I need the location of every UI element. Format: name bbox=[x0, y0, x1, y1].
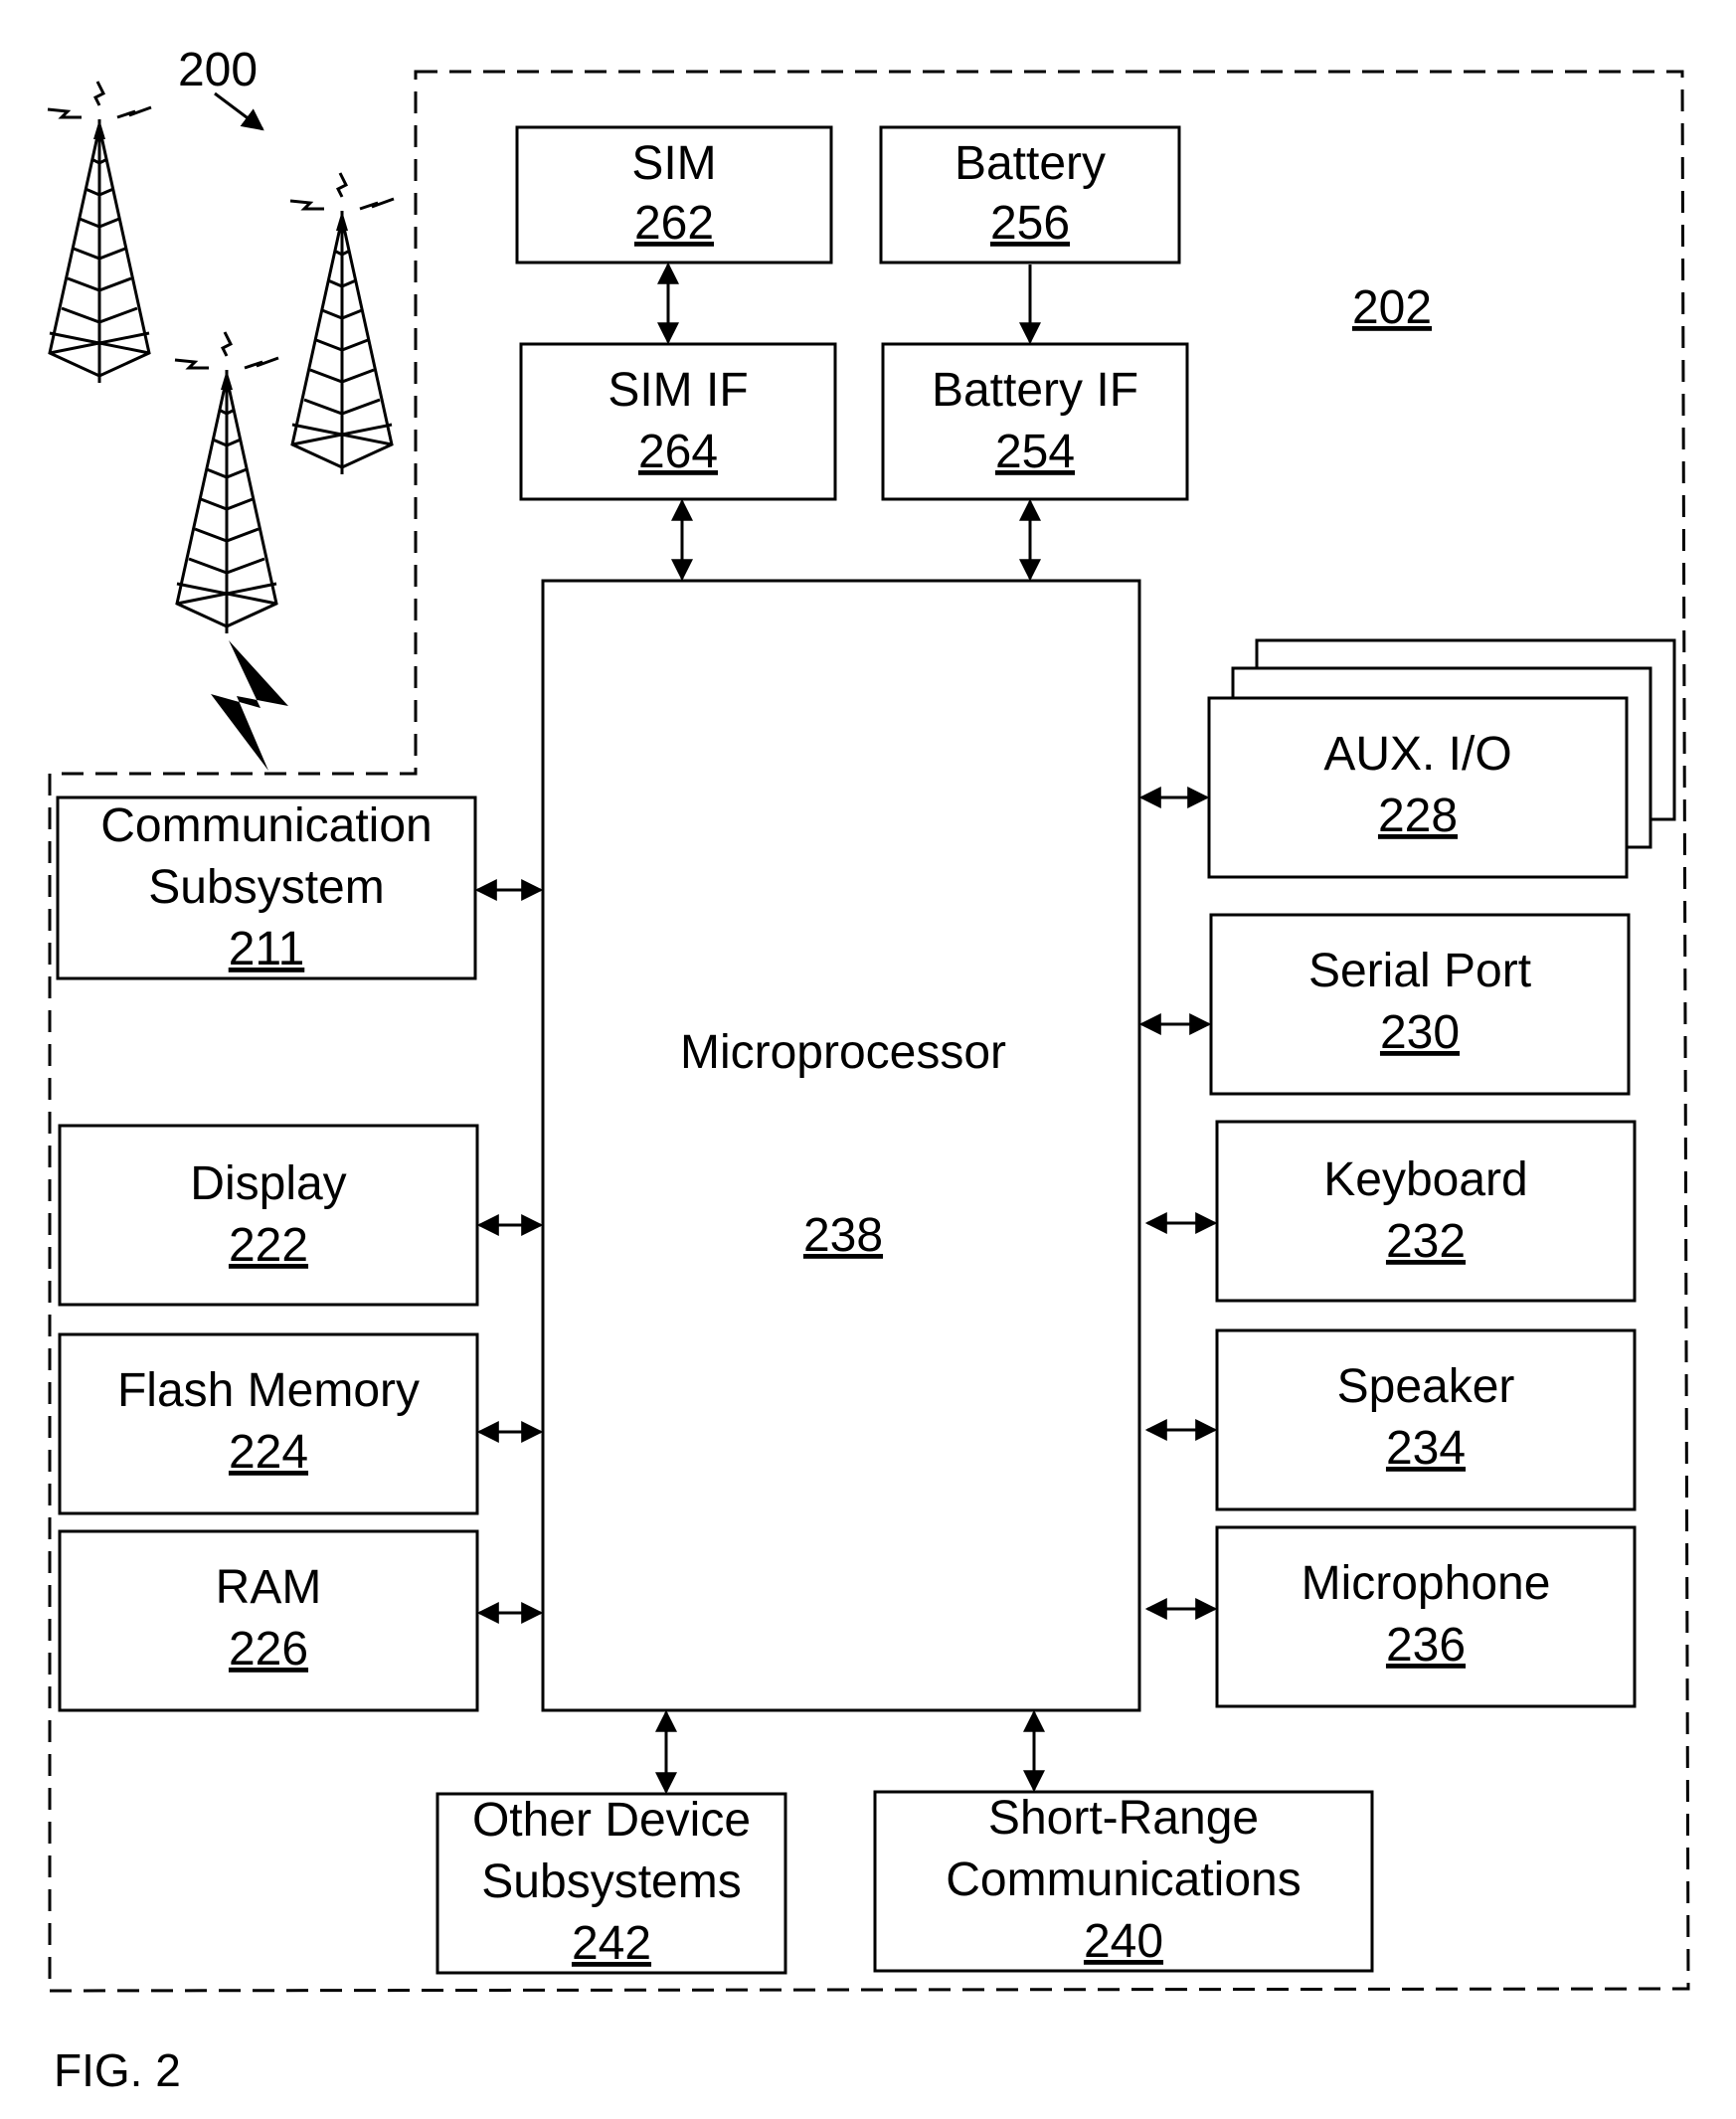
microprocessor-block: Microprocessor 238 bbox=[541, 579, 1141, 1712]
svg-text:Subsystem: Subsystem bbox=[148, 861, 384, 914]
svg-text:Communications: Communications bbox=[946, 1854, 1301, 1906]
aux-io-block: AUX. I/O 228 bbox=[1207, 638, 1676, 879]
battery-if-block: Battery IF 254 bbox=[881, 342, 1189, 501]
svg-text:Microphone: Microphone bbox=[1302, 1557, 1551, 1610]
svg-text:Short-Range: Short-Range bbox=[988, 1792, 1259, 1845]
svg-text:232: 232 bbox=[1386, 1215, 1466, 1268]
device-ref-label: 202 bbox=[1352, 281, 1432, 334]
block-diagram: 200 202 SIM 262 Battery 256 SIM IF 264 B… bbox=[47, 44, 1690, 2096]
cell-tower-icon bbox=[174, 331, 279, 633]
svg-text:224: 224 bbox=[229, 1426, 308, 1479]
sim-block: SIM 262 bbox=[515, 125, 833, 265]
svg-text:211: 211 bbox=[229, 923, 305, 975]
svg-text:Keyboard: Keyboard bbox=[1323, 1153, 1527, 1206]
sim-if-block: SIM IF 264 bbox=[519, 342, 837, 501]
svg-text:236: 236 bbox=[1386, 1619, 1466, 1672]
battery-block: Battery 256 bbox=[879, 125, 1181, 265]
system-ref-arrow bbox=[214, 91, 264, 131]
keyboard-block: Keyboard 232 bbox=[1215, 1120, 1637, 1303]
svg-text:262: 262 bbox=[634, 197, 714, 250]
flash-memory-block: Flash Memory 224 bbox=[58, 1332, 479, 1515]
svg-text:242: 242 bbox=[572, 1917, 651, 1970]
svg-text:240: 240 bbox=[1084, 1915, 1163, 1968]
svg-text:Battery: Battery bbox=[955, 137, 1106, 190]
svg-text:RAM: RAM bbox=[216, 1561, 322, 1614]
svg-text:228: 228 bbox=[1378, 790, 1458, 842]
svg-text:Speaker: Speaker bbox=[1337, 1360, 1515, 1413]
svg-text:222: 222 bbox=[229, 1219, 308, 1272]
display-block: Display 222 bbox=[58, 1124, 479, 1307]
short-range-communications-block: Short-Range Communications 240 bbox=[873, 1790, 1374, 1973]
speaker-block: Speaker 234 bbox=[1215, 1328, 1637, 1511]
svg-text:Display: Display bbox=[190, 1157, 346, 1210]
svg-text:264: 264 bbox=[638, 426, 718, 478]
cell-tower-icon bbox=[47, 81, 152, 383]
other-device-subsystems-block: Other Device Subsystems 242 bbox=[435, 1792, 787, 1975]
svg-text:Communication: Communication bbox=[100, 799, 432, 852]
svg-text:AUX. I/O: AUX. I/O bbox=[1323, 728, 1511, 781]
ram-block: RAM 226 bbox=[58, 1529, 479, 1712]
figure-label: FIG. 2 bbox=[54, 2044, 181, 2096]
serial-port-block: Serial Port 230 bbox=[1209, 913, 1631, 1096]
system-ref-label: 200 bbox=[178, 44, 258, 96]
svg-text:226: 226 bbox=[229, 1623, 308, 1676]
svg-text:230: 230 bbox=[1380, 1006, 1460, 1059]
svg-text:Subsystems: Subsystems bbox=[481, 1855, 741, 1908]
svg-text:256: 256 bbox=[990, 197, 1070, 250]
communication-subsystem-block: Communication Subsystem 211 bbox=[56, 795, 477, 980]
svg-text:234: 234 bbox=[1386, 1422, 1466, 1475]
svg-text:254: 254 bbox=[995, 426, 1075, 478]
svg-text:Microprocessor: Microprocessor bbox=[680, 1026, 1006, 1079]
cell-tower-icon bbox=[289, 172, 395, 474]
wireless-link-icon bbox=[211, 640, 288, 771]
svg-text:238: 238 bbox=[803, 1209, 883, 1262]
svg-text:Battery IF: Battery IF bbox=[932, 364, 1138, 417]
svg-text:Other Device: Other Device bbox=[472, 1794, 751, 1847]
microphone-block: Microphone 236 bbox=[1215, 1525, 1637, 1708]
svg-text:Flash Memory: Flash Memory bbox=[117, 1364, 420, 1417]
svg-text:SIM IF: SIM IF bbox=[608, 364, 748, 417]
svg-text:SIM: SIM bbox=[631, 137, 716, 190]
svg-text:Serial Port: Serial Port bbox=[1308, 945, 1531, 997]
